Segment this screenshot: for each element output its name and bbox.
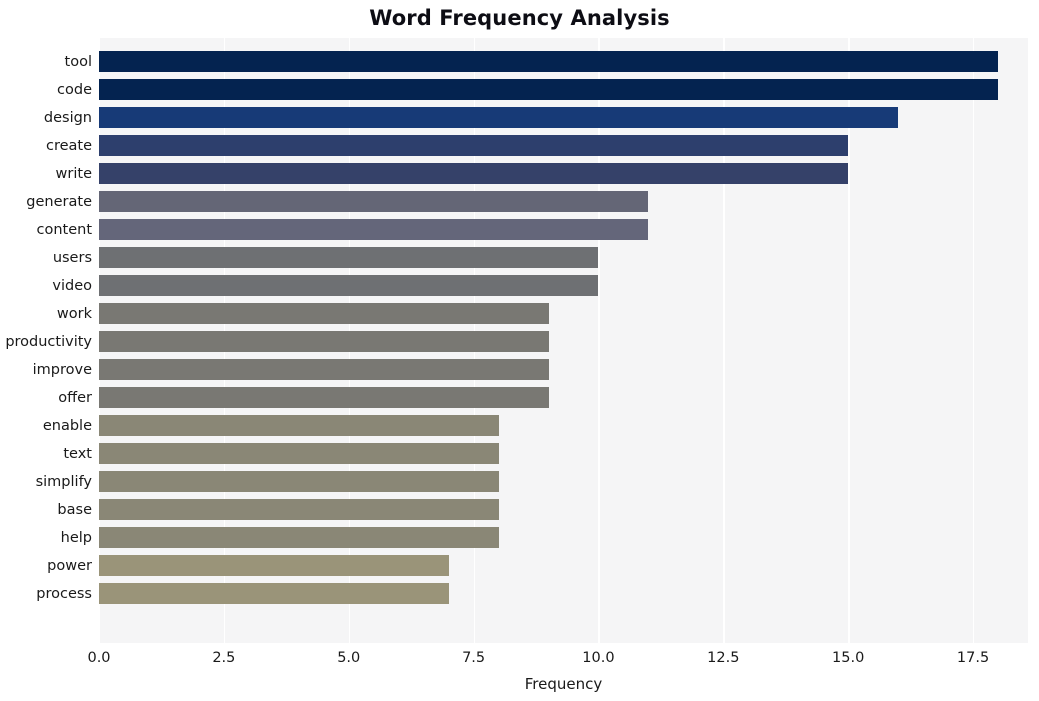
y-axis-tick-label: work	[56, 305, 92, 322]
y-axis-tick-label: users	[52, 249, 92, 266]
bar-row	[99, 104, 1028, 132]
bar	[99, 471, 499, 493]
x-axis-tick-label: 15.0	[832, 650, 865, 666]
y-axis-tick-label: video	[52, 277, 92, 294]
bar	[99, 163, 849, 185]
bar	[99, 219, 649, 241]
bar-row	[99, 384, 1028, 412]
bar	[99, 555, 449, 577]
y-axis-tick-label: text	[63, 445, 92, 462]
bar-row	[99, 216, 1028, 244]
y-axis-tick-label: productivity	[5, 333, 92, 350]
bar-row	[99, 272, 1028, 300]
bar	[99, 527, 499, 549]
y-axis-tick-label: write	[55, 165, 92, 182]
y-axis-tick-label: simplify	[35, 473, 92, 490]
bar-row	[99, 188, 1028, 216]
y-axis-tick-labels: tool code design create write generate content…	[0, 38, 92, 643]
bar-row	[99, 440, 1028, 468]
x-axis-tick-label: 10.0	[582, 650, 615, 666]
x-axis-tick-labels: 0.0 2.5 5.0 7.5 10.0 12.5 15.0 17.5	[0, 648, 1039, 670]
y-axis-tick-label: content	[36, 221, 92, 238]
bar	[99, 359, 549, 381]
chart-figure: Word Frequency Analysis tool code design cr…	[0, 0, 1039, 701]
bar	[99, 247, 599, 269]
bar-row	[99, 356, 1028, 384]
x-axis-tick-label: 5.0	[337, 650, 361, 666]
bar-row	[99, 412, 1028, 440]
bar	[99, 443, 499, 465]
bar	[99, 303, 549, 325]
x-axis-tick-label: 7.5	[462, 650, 486, 666]
x-axis-tick-label: 12.5	[707, 650, 740, 666]
chart-title: Word Frequency Analysis	[369, 6, 670, 30]
x-axis-tick-label: 2.5	[212, 650, 236, 666]
bar	[99, 583, 449, 605]
bar	[99, 79, 999, 101]
bar-row	[99, 76, 1028, 104]
y-axis-tick-label: design	[43, 109, 92, 126]
x-axis-label: Frequency	[524, 675, 603, 693]
y-axis-tick-label: process	[36, 585, 92, 602]
y-axis-tick-label: tool	[64, 53, 92, 70]
bar-row	[99, 300, 1028, 328]
y-axis-tick-label: code	[57, 81, 92, 98]
bar-row	[99, 328, 1028, 356]
y-axis-tick-label: improve	[32, 361, 92, 378]
y-axis-tick-label: offer	[58, 389, 92, 406]
bar-row	[99, 524, 1028, 552]
bar	[99, 331, 549, 353]
x-axis-tick-label: 17.5	[956, 650, 990, 666]
y-axis-tick-label: enable	[42, 417, 92, 434]
bar-row	[99, 160, 1028, 188]
bars-layer	[99, 38, 1028, 643]
y-axis-tick-label: create	[45, 137, 92, 154]
bar	[99, 387, 549, 409]
bar-row	[99, 580, 1028, 608]
bar-row	[99, 552, 1028, 580]
bar	[99, 191, 649, 213]
bar-row	[99, 468, 1028, 496]
y-axis-tick-label: power	[47, 557, 92, 574]
bar	[99, 275, 599, 297]
bar	[99, 107, 899, 129]
y-axis-tick-label: base	[57, 501, 92, 518]
x-axis-tick-label: 0.0	[87, 650, 111, 666]
bar-row	[99, 496, 1028, 524]
bar-row	[99, 244, 1028, 272]
bar	[99, 499, 499, 521]
bar	[99, 51, 999, 73]
y-axis-tick-label: help	[60, 529, 92, 546]
bar	[99, 415, 499, 437]
bar	[99, 135, 849, 157]
plot-area	[99, 38, 1028, 643]
bar-row	[99, 132, 1028, 160]
bar-row	[99, 48, 1028, 76]
y-axis-tick-label: generate	[26, 193, 92, 210]
